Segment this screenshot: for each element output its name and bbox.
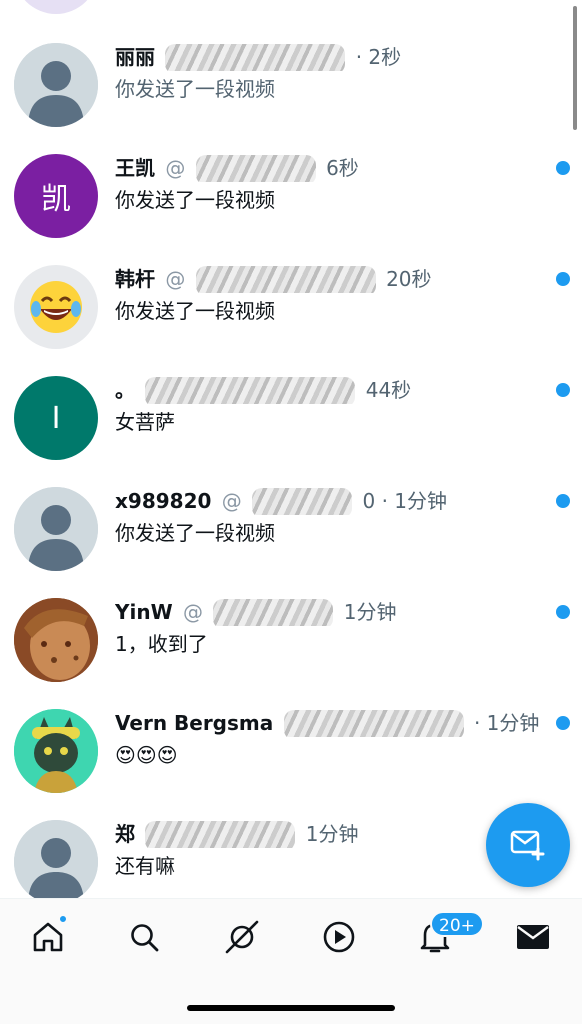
- tab-video[interactable]: [319, 917, 359, 957]
- avatar: I: [14, 376, 98, 460]
- message-preview: 还有嘛: [115, 854, 175, 878]
- redaction: [165, 43, 346, 71]
- name-line: 韩杆 @ 20秒: [115, 265, 555, 293]
- unread-indicator: [556, 161, 570, 175]
- avatar-letter: 凯: [41, 182, 71, 217]
- home-icon: [33, 922, 63, 952]
- unread-indicator: [556, 605, 570, 619]
- list-item[interactable]: 丽丽 · 2秒 你发送了一段视频: [0, 30, 582, 140]
- name-line: 。 44秒: [115, 376, 555, 404]
- avatar: [14, 265, 98, 349]
- display-name: YinW: [115, 600, 173, 624]
- default-avatar-icon: [14, 43, 98, 127]
- home-notification-dot: [58, 914, 68, 924]
- redaction: [145, 820, 296, 848]
- timestamp: 6秒: [326, 156, 359, 180]
- redaction: [195, 154, 316, 182]
- mail-icon: [517, 925, 549, 949]
- communities-icon: [225, 920, 259, 954]
- message-preview: 1，收到了: [115, 632, 208, 656]
- message-preview: 你发送了一段视频: [115, 77, 275, 101]
- scrollbar[interactable]: [573, 6, 577, 130]
- handle: @: [221, 489, 242, 513]
- messages-screen: 丽丽 · 2秒 你发送了一段视频 凯 王凯 @ 6秒 你发送了一段视频 韩杆 @…: [0, 0, 582, 1024]
- list-item[interactable]: 凯 王凯 @ 6秒 你发送了一段视频: [0, 141, 582, 251]
- timestamp: 0 · 1分钟: [362, 489, 448, 513]
- avatar: [14, 598, 98, 682]
- default-avatar-icon: [14, 487, 98, 571]
- avatar: [14, 820, 98, 904]
- redaction: [213, 598, 334, 626]
- list-item[interactable]: x989820 @ 0 · 1分钟 你发送了一段视频: [0, 474, 582, 584]
- play-icon: [323, 921, 355, 953]
- search-icon: [131, 924, 159, 952]
- new-message-button[interactable]: [486, 803, 570, 887]
- list-item[interactable]: 韩杆 @ 20秒 你发送了一段视频: [0, 252, 582, 362]
- avatar: [14, 709, 98, 793]
- list-item[interactable]: Vern Bergsma · 1分钟 😍😍😍: [0, 696, 582, 806]
- timestamp: 1分钟: [343, 600, 397, 624]
- display-name: 韩杆: [115, 267, 155, 291]
- message-preview: 😍😍😍: [115, 743, 178, 767]
- name-line: YinW @ 1分钟: [115, 598, 555, 626]
- display-name: 丽丽: [115, 45, 155, 69]
- handle: @: [165, 267, 186, 291]
- name-line: x989820 @ 0 · 1分钟: [115, 487, 555, 515]
- message-preview: 你发送了一段视频: [115, 299, 275, 323]
- timestamp: · 1分钟: [473, 711, 540, 735]
- avatar[interactable]: [14, 0, 98, 14]
- laughing-emoji-icon: [30, 281, 82, 333]
- redaction: [145, 376, 356, 404]
- display-name: Vern Bergsma: [115, 711, 274, 735]
- avatar: [14, 43, 98, 127]
- timestamp: 20秒: [386, 267, 432, 291]
- redaction: [252, 487, 353, 515]
- name-line: 丽丽 · 2秒: [115, 43, 555, 71]
- cartoon-avatar-icon: [14, 598, 98, 682]
- list-item[interactable]: I 。 44秒 女菩萨: [0, 363, 582, 473]
- unread-indicator: [556, 272, 570, 286]
- handle: @: [183, 600, 203, 624]
- avatar: 凯: [14, 154, 98, 238]
- message-preview: 女菩萨: [115, 410, 175, 434]
- unread-indicator: [556, 716, 570, 730]
- message-preview: 你发送了一段视频: [115, 188, 275, 212]
- tab-search[interactable]: [124, 917, 164, 957]
- list-item[interactable]: YinW @ 1分钟 1，收到了: [0, 585, 582, 695]
- redaction: [283, 709, 464, 737]
- name-line: 王凯 @ 6秒: [115, 154, 555, 182]
- timestamp: · 2秒: [355, 45, 402, 69]
- tab-messages[interactable]: [513, 917, 553, 957]
- timestamp: 44秒: [365, 378, 412, 402]
- notification-badge: 20+: [430, 911, 484, 937]
- display-name: x989820: [115, 489, 212, 513]
- default-avatar-icon: [14, 820, 98, 904]
- name-line: Vern Bergsma · 1分钟: [115, 709, 555, 737]
- home-indicator: [187, 1005, 395, 1011]
- avatar-letter: I: [51, 400, 61, 436]
- timestamp: 1分钟: [305, 822, 359, 846]
- cat-avatar-icon: [14, 709, 98, 793]
- tab-communities[interactable]: [222, 917, 262, 957]
- message-preview: 你发送了一段视频: [115, 521, 275, 545]
- display-name: 。: [115, 378, 135, 402]
- unread-indicator: [556, 494, 570, 508]
- unread-indicator: [556, 383, 570, 397]
- new-message-icon: [510, 830, 545, 861]
- display-name: 王凯: [115, 156, 155, 180]
- display-name: 郑: [115, 822, 135, 846]
- handle: @: [165, 156, 186, 180]
- avatar: [14, 487, 98, 571]
- redaction: [195, 265, 376, 293]
